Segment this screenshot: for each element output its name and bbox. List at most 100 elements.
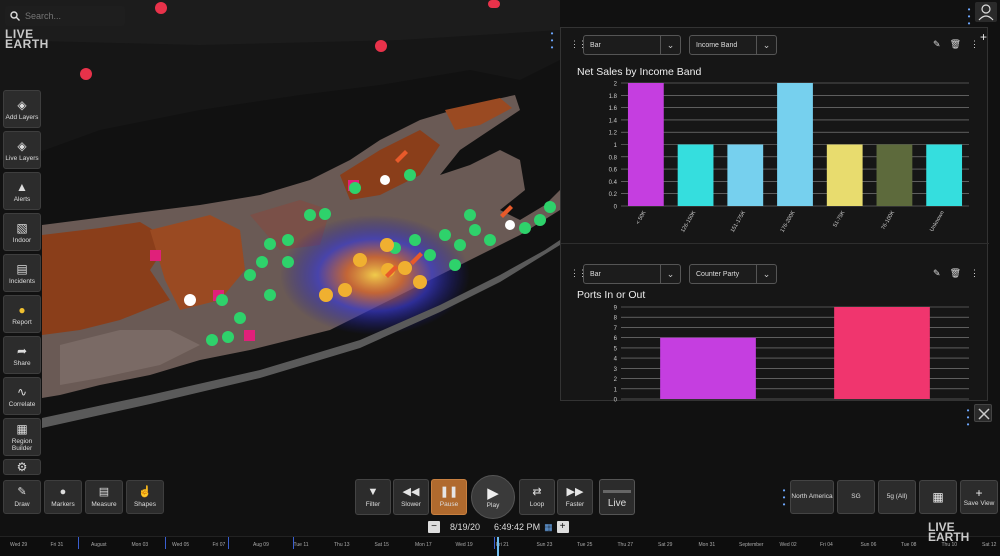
drawing-toolbar: ✎ Draw ● Markers ▤ Measure ☝ Shapes bbox=[3, 480, 164, 514]
toolbar-dots-icon[interactable]: • • • bbox=[781, 486, 787, 508]
chart-type-select[interactable]: Bar ⌄ bbox=[583, 35, 681, 55]
filter-icon: ▼ bbox=[367, 486, 379, 498]
sg-view-button[interactable]: SG bbox=[837, 480, 875, 514]
report-button[interactable]: ● Report bbox=[3, 295, 41, 333]
play-button[interactable]: ▶ Play bbox=[471, 475, 515, 519]
bar[interactable] bbox=[727, 144, 764, 207]
rewind-icon: ◀◀ bbox=[402, 486, 420, 498]
shapes-label: Shapes bbox=[133, 501, 157, 508]
panel-expand-button[interactable] bbox=[974, 404, 992, 422]
grid-icon: ▦ bbox=[932, 489, 944, 504]
y-tick-label: 1.8 bbox=[609, 94, 618, 100]
y-tick-label: 1.6 bbox=[609, 106, 618, 112]
correlate-button[interactable]: ∿ Correlate bbox=[3, 377, 41, 415]
more-icon[interactable]: ⋮ bbox=[970, 39, 979, 50]
bar[interactable] bbox=[677, 144, 714, 207]
y-tick-label: 1.4 bbox=[609, 118, 618, 124]
clipboard-icon: ▤ bbox=[16, 261, 28, 276]
time-increment-button[interactable]: + bbox=[556, 521, 569, 533]
alerts-button[interactable]: ▲ Alerts bbox=[3, 172, 41, 210]
bar[interactable] bbox=[660, 337, 756, 399]
timeline-tick-label: Fri 31 bbox=[50, 542, 64, 548]
panel-drag-dots-icon[interactable]: • • • bbox=[549, 30, 555, 52]
x-tick-label: 126-150K bbox=[680, 210, 697, 234]
faster-label: Faster bbox=[565, 501, 585, 508]
bar-chart-income: 0 0.2 0.4 0.6 0.8 1 1.2 1.4 1.6 1.8 2 < 50K 126-150K… bbox=[609, 82, 969, 234]
bar[interactable] bbox=[777, 83, 813, 206]
correlate-icon: ∿ bbox=[16, 384, 28, 399]
add-widget-icon[interactable]: + bbox=[980, 30, 987, 44]
playback-controls: ▼ Filter ◀◀ Slower ❚❚ Pause ▶ Play ⇄ Loop ▶▶ F… bbox=[355, 475, 635, 519]
view-toolbar: • • • North America SG 5g (All) ▦ + Save Vi… bbox=[781, 480, 998, 514]
measure-button[interactable]: ▤ Measure bbox=[85, 480, 123, 514]
edit-icon[interactable]: ✎ bbox=[933, 39, 941, 50]
chevron-down-icon: ⌄ bbox=[756, 36, 776, 54]
search-input[interactable] bbox=[25, 11, 115, 21]
timeline-tick-label: Sat 15 bbox=[374, 542, 389, 548]
y-tick-label: 1.2 bbox=[609, 131, 618, 137]
datetime-control: − 8/19/20 6:49:42 PM ▦ + bbox=[428, 520, 569, 534]
markers-button[interactable]: ● Markers bbox=[44, 480, 82, 514]
bar[interactable] bbox=[876, 144, 913, 207]
calendar-icon[interactable]: ▦ bbox=[544, 522, 553, 533]
chart-field-select[interactable]: Income Band ⌄ bbox=[689, 35, 777, 55]
bar[interactable] bbox=[834, 307, 930, 399]
time-decrement-button[interactable]: − bbox=[428, 521, 440, 533]
panel-dots-icon[interactable]: • • • bbox=[965, 407, 971, 429]
left-sidebar: ◈ Add Layers ◈ Live Layers ▲ Alerts ▧ Indoor… bbox=[3, 90, 41, 478]
pause-label: Pause bbox=[439, 501, 459, 508]
bar[interactable] bbox=[926, 144, 963, 207]
chart-widget-ports: ⋮⋮ Bar ⌄ Counter Party ⌄ ✎ 🗑 ⋮ Ports In … bbox=[561, 257, 989, 402]
x-tick-label: 176-200K bbox=[780, 210, 797, 234]
north-america-view-button[interactable]: North America bbox=[790, 480, 834, 514]
chart-type-select[interactable]: Bar ⌄ bbox=[583, 264, 681, 284]
filter-button[interactable]: ▼ Filter bbox=[355, 479, 391, 515]
alert-icon: ▲ bbox=[16, 179, 28, 194]
slower-button[interactable]: ◀◀ Slower bbox=[393, 479, 429, 515]
search-icon bbox=[10, 11, 20, 21]
share-button[interactable]: ➦ Share bbox=[3, 336, 41, 374]
chart-title: Net Sales by Income Band bbox=[577, 66, 702, 78]
faster-button[interactable]: ▶▶ Faster bbox=[557, 479, 593, 515]
y-tick-label: 0.2 bbox=[609, 192, 618, 198]
grid-view-button[interactable]: ▦ bbox=[919, 480, 957, 514]
timeline-event-marker bbox=[494, 537, 495, 549]
live-indicator bbox=[603, 490, 631, 493]
north-america-label: North America bbox=[791, 493, 833, 500]
5g-all-view-button[interactable]: 5g (All) bbox=[878, 480, 916, 514]
bar[interactable] bbox=[826, 144, 863, 207]
pause-button[interactable]: ❚❚ Pause bbox=[431, 479, 467, 515]
live-button[interactable]: Live bbox=[599, 479, 635, 515]
indoor-button[interactable]: ▧ Indoor bbox=[3, 213, 41, 251]
hand-icon: ☝ bbox=[138, 486, 152, 498]
more-icon[interactable]: ⋮ bbox=[970, 268, 979, 279]
panel-menu-dots-icon[interactable]: • • • bbox=[966, 6, 972, 28]
settings-button[interactable]: ⚙ bbox=[3, 459, 41, 475]
play-icon: ▶ bbox=[487, 484, 499, 502]
gear-icon: ⚙ bbox=[16, 460, 28, 474]
y-tick-label: 2 bbox=[614, 377, 618, 383]
widget-tools: ✎ 🗑 ⋮ bbox=[933, 39, 979, 50]
timeline[interactable]: Wed 29 Fri 31 August Mon 03 Wed 05 Fri 07 Aug … bbox=[0, 536, 1000, 556]
shapes-button[interactable]: ☝ Shapes bbox=[126, 480, 164, 514]
user-avatar-button[interactable] bbox=[975, 2, 997, 22]
incidents-button[interactable]: ▤ Incidents bbox=[3, 254, 41, 292]
timeline-cursor[interactable] bbox=[497, 537, 499, 556]
search-bar[interactable] bbox=[5, 6, 125, 26]
chart-field-select[interactable]: Counter Party ⌄ bbox=[689, 264, 777, 284]
save-view-button[interactable]: + Save View bbox=[960, 480, 998, 514]
x-tick-label: < 50K bbox=[635, 210, 648, 226]
region-builder-button[interactable]: ▦ Region Builder bbox=[3, 418, 41, 456]
edit-icon[interactable]: ✎ bbox=[933, 268, 941, 279]
live-label: Live bbox=[607, 498, 627, 509]
chart-field-value: Income Band bbox=[696, 41, 738, 49]
live-layers-button[interactable]: ◈ Live Layers bbox=[3, 131, 41, 169]
draw-button[interactable]: ✎ Draw bbox=[3, 480, 41, 514]
add-layers-button[interactable]: ◈ Add Layers bbox=[3, 90, 41, 128]
delete-icon[interactable]: 🗑 bbox=[950, 268, 961, 279]
bar[interactable] bbox=[627, 83, 664, 206]
delete-icon[interactable]: 🗑 bbox=[950, 39, 961, 50]
y-tick-label: 0 bbox=[614, 205, 618, 211]
loop-button[interactable]: ⇄ Loop bbox=[519, 479, 555, 515]
y-tick-label: 7 bbox=[614, 326, 618, 332]
